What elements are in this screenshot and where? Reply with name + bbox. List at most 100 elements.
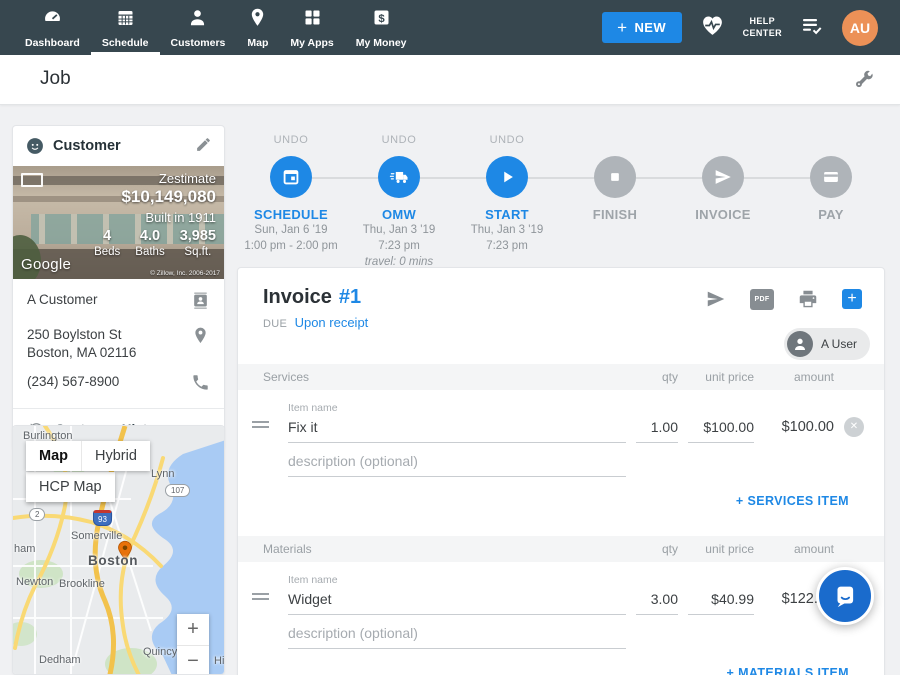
nav-dashboard[interactable]: Dashboard [14,0,91,55]
play-icon [496,166,518,188]
map-type-map-button[interactable]: Map [26,441,81,471]
help-center-button[interactable]: HELP CENTER [743,16,782,39]
map-label-somerville: Somerville [71,530,122,542]
truck-icon [388,166,410,188]
materials-section-header: Materials qty unit price amount [238,536,884,562]
zoom-in-button[interactable]: + [177,614,209,645]
finish-step-button[interactable] [594,156,636,198]
nav-schedule[interactable]: Schedule [91,0,160,55]
timeline-step-invoice: INVOICE [669,134,777,262]
map-label-dedham: Dedham [39,654,81,666]
apps-grid-icon [302,7,323,33]
dashboard-icon [42,7,63,33]
activity-list-icon[interactable] [800,13,824,42]
service-qty-input[interactable] [636,415,678,443]
nav-label: Schedule [102,37,149,49]
customer-face-icon [25,136,45,156]
customer-address-line1: 250 Boylston St [27,327,122,342]
schedule-step-button[interactable] [270,156,312,198]
zoom-out-button[interactable]: − [177,646,209,675]
schedule-icon [115,7,136,33]
drag-handle-icon[interactable] [252,590,278,603]
print-button[interactable] [797,288,819,310]
job-timeline: UNDO SCHEDULE Sun, Jan 6 '19 1:00 pm - 2… [237,134,885,262]
timeline-step-start: UNDO START Thu, Jan 3 '19 7:23 pm [453,134,561,262]
service-description-input[interactable] [288,449,626,477]
material-description-input[interactable] [288,621,626,649]
invoice-step-button[interactable] [702,156,744,198]
map-label-newton: Newton [16,576,53,588]
map-label-quincy: Quincy [143,646,177,658]
timeline-step-schedule: UNDO SCHEDULE Sun, Jan 6 '19 1:00 pm - 2… [237,134,345,262]
map-type-hybrid-button[interactable]: Hybrid [81,441,150,471]
undo-schedule-button[interactable]: UNDO [237,134,345,148]
health-heart-icon[interactable] [700,13,725,43]
qty-column-header: qty [636,542,678,556]
customer-card-header: Customer [13,126,224,166]
material-unit-price-input[interactable] [688,587,754,615]
built-year: Built in 1911 [145,210,216,225]
map-label-lynn: Lynn [151,468,174,480]
service-amount: $100.00 [764,419,834,443]
plus-icon: + [847,291,856,307]
customer-address-line2: Boston, MA 02116 [27,345,136,360]
nav-label: My Apps [290,37,333,49]
street-view-icon[interactable] [21,173,43,187]
nav-my-money[interactable]: $ My Money [345,0,418,55]
send-invoice-button[interactable] [705,288,727,310]
map-widget: Burlington Lynn 107 2 93 Somerville ham … [12,425,225,675]
item-name-label: Item name [288,402,626,414]
customer-info: A Customer 250 Boylston St Boston, MA 021… [13,279,224,397]
assigned-user-chip[interactable]: A User [784,328,870,360]
interstate-93-shield: 93 [93,510,112,526]
hcp-map-button[interactable]: HCP Map [26,472,115,502]
service-name-input[interactable] [288,415,626,443]
material-qty-input[interactable] [636,587,678,615]
contact-card-icon[interactable] [191,291,210,315]
close-icon: ✕ [850,422,858,432]
invoice-card: Invoice #1 DUE Upon receipt PDF + A User… [237,267,885,675]
nav-map[interactable]: Map [236,0,279,55]
material-name-input[interactable] [288,587,626,615]
amount-column-header: amount [764,542,834,556]
unit-price-column-header: unit price [688,370,754,384]
customer-card-title: Customer [53,138,121,154]
drag-handle-icon[interactable] [252,418,278,431]
customer-phone: (234) 567-8900 [27,373,119,391]
zillow-copyright: © Zillow, Inc. 2006-2017 [150,270,220,277]
add-invoice-button[interactable]: + [842,289,862,309]
route-107-shield: 107 [165,484,190,497]
top-nav: Dashboard Schedule Customers Map My Apps… [0,0,900,55]
user-avatar[interactable]: AU [842,10,878,46]
add-services-item-link[interactable]: + SERVICES ITEM [736,494,849,508]
edit-customer-pencil-icon[interactable] [195,136,212,156]
nav-actions: + NEW HELP CENTER AU [602,0,900,55]
start-step-button[interactable] [486,156,528,198]
invoice-number[interactable]: #1 [339,286,361,309]
timeline-step-finish: FINISH [561,134,669,262]
job-settings-tools-icon[interactable] [852,68,876,92]
undo-start-button[interactable]: UNDO [453,134,561,148]
due-terms-link[interactable]: Upon receipt [295,315,369,330]
map-label-boston: Boston [88,553,138,568]
new-button[interactable]: + NEW [602,12,682,43]
phone-icon[interactable] [191,373,210,397]
location-pin-icon[interactable] [191,326,210,350]
nav-label: Customers [171,37,226,49]
chat-support-button[interactable] [816,567,874,625]
add-materials-item-link[interactable]: + MATERIALS ITEM [727,666,850,675]
nav-customers[interactable]: Customers [160,0,237,55]
map-label-hi: Hi [214,655,224,667]
delete-service-item-button[interactable]: ✕ [844,417,864,437]
service-unit-price-input[interactable] [688,415,754,443]
service-description-row [238,449,884,477]
credit-card-icon[interactable] [810,156,852,198]
nav-my-apps[interactable]: My Apps [279,0,344,55]
nav-items: Dashboard Schedule Customers Map My Apps… [0,0,418,55]
calendar-icon [280,166,302,188]
omw-step-button[interactable] [378,156,420,198]
pdf-button[interactable]: PDF [750,289,774,310]
undo-omw-button[interactable]: UNDO [345,134,453,148]
service-line-item: Item name $100.00 ✕ [238,402,884,443]
customer-name: A Customer [27,291,98,309]
